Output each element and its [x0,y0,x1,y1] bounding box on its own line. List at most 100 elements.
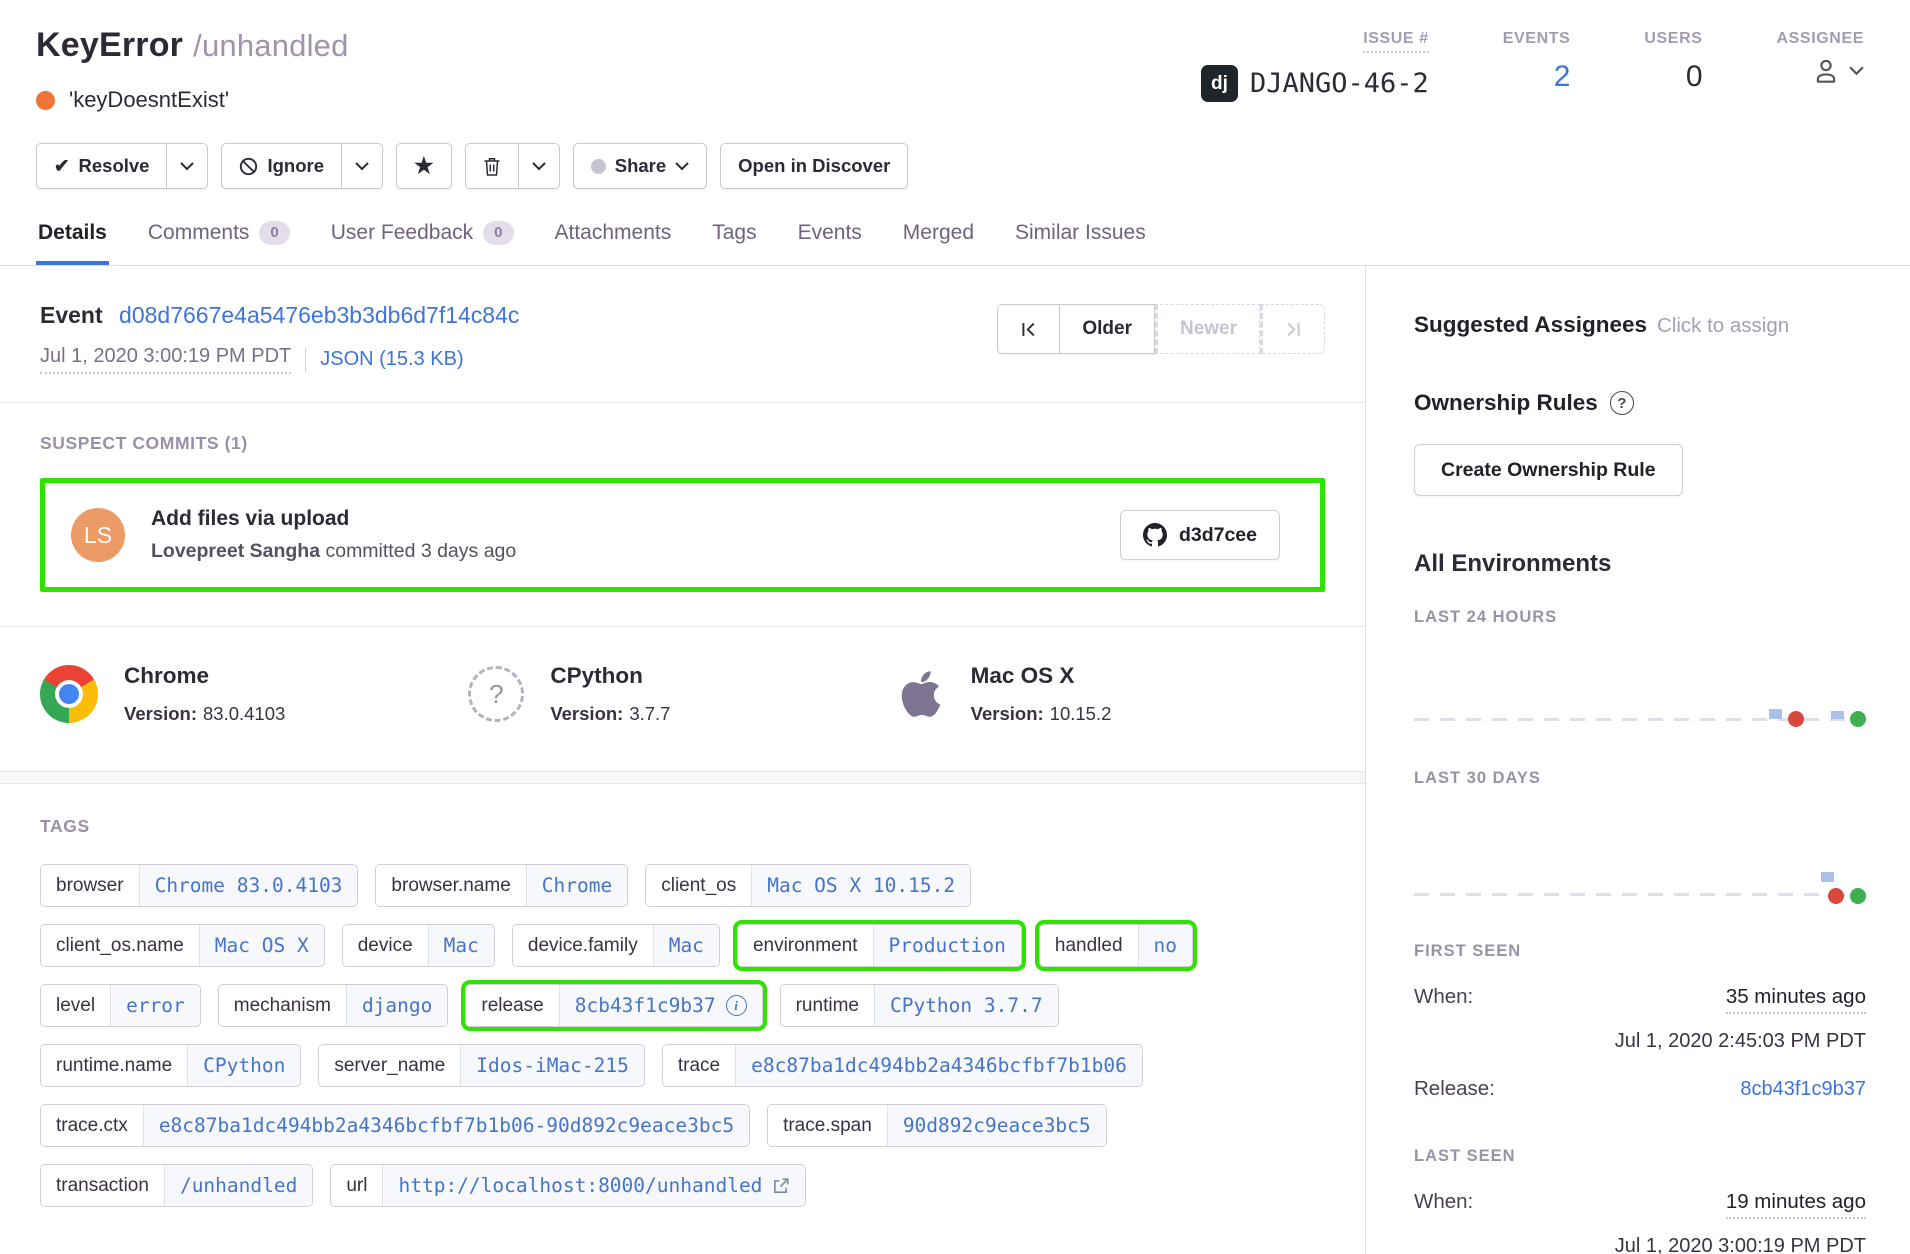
create-ownership-rule-button[interactable]: Create Ownership Rule [1414,444,1683,496]
tag-key: url [331,1165,382,1206]
ownership-rules-block: Ownership Rules ? [1414,390,1866,416]
tag-value: CPython 3.7.7 [874,985,1058,1026]
newest-event-button[interactable] [1260,304,1325,354]
info-icon[interactable]: i [726,995,747,1016]
tag-mechanism[interactable]: mechanismdjango [218,984,449,1027]
issue-sidebar: Suggested AssigneesClick to assign Owner… [1366,266,1910,1254]
tag-release[interactable]: release8cb43f1c9b37i [465,984,762,1027]
event-id-link[interactable]: d08d7667e4a5476eb3b3db6d7f14c84c [119,302,519,328]
tag-key: server_name [319,1045,460,1086]
delete-dropdown-button[interactable] [519,143,560,189]
issue-number-label: ISSUE # [1363,30,1429,53]
commit-title: Add files via upload [151,507,1094,531]
tag-server-name[interactable]: server_nameIdos-iMac-215 [318,1044,645,1087]
resolve-dropdown-button[interactable] [167,143,208,189]
stat-assignee: ASSIGNEE [1777,30,1865,113]
tag-key: trace [663,1045,735,1086]
oldest-event-button[interactable] [997,304,1060,354]
tab-user-feedback-label: User Feedback [331,221,473,245]
tab-tags[interactable]: Tags [710,221,758,265]
tab-similar-issues[interactable]: Similar Issues [1013,221,1148,265]
sparkline-bar [1831,711,1844,719]
tag-key: release [466,985,558,1026]
ownership-rules-title: Ownership Rules [1414,390,1598,416]
tag-value: e8c87ba1dc494bb2a4346bcfbf7b1b06-90d892c… [143,1105,749,1146]
first-seen-heading: FIRST SEEN [1414,942,1866,961]
tab-details[interactable]: Details [36,221,109,265]
release-label: Release: [1414,1077,1495,1101]
commit-sha-label: d3d7cee [1179,524,1257,547]
comments-count-badge: 0 [259,221,289,245]
tag-value: Chrome [526,865,627,906]
tag-runtime[interactable]: runtimeCPython 3.7.7 [780,984,1059,1027]
older-event-button[interactable]: Older [1060,304,1155,354]
tag-trace-span[interactable]: trace.span90d892c9eace3bc5 [767,1104,1107,1147]
commit-sha-button[interactable]: d3d7cee [1120,510,1280,560]
tag-device[interactable]: deviceMac [342,924,495,967]
tag-browser[interactable]: browserChrome 83.0.4103 [40,864,358,907]
tab-attachments[interactable]: Attachments [553,221,674,265]
tag-value: Chrome 83.0.4103 [139,865,358,906]
assignee-dropdown[interactable] [1777,56,1865,86]
stat-issue-number: ISSUE # dj DJANGO-46-2 [1201,30,1429,113]
open-in-discover-button[interactable]: Open in Discover [720,143,908,189]
tag-client-os[interactable]: client_osMac OS X 10.15.2 [645,864,971,907]
os-name: Mac OS X [971,663,1112,689]
delete-button[interactable] [465,143,519,189]
issue-short-id[interactable]: DJANGO-46-2 [1250,68,1429,99]
tab-events[interactable]: Events [796,221,864,265]
last-30-days-label: LAST 30 DAYS [1414,769,1866,788]
tag-environment[interactable]: environmentProduction [737,924,1022,967]
tags-section: TAGS browserChrome 83.0.4103 browser.nam… [0,784,1365,1207]
tag-url[interactable]: url http://localhost:8000/unhandled [330,1164,806,1207]
tag-key: browser [41,865,139,906]
ignore-dropdown-button[interactable] [342,143,383,189]
newer-event-button[interactable]: Newer [1155,304,1260,354]
resolve-button[interactable]: ✔ Resolve [36,143,167,189]
event-timestamp: Jul 1, 2020 3:00:19 PM PDT [40,345,291,374]
section-divider-band [0,771,1365,784]
tag-key: device.family [513,925,653,966]
first-seen-release-link[interactable]: 8cb43f1c9b37 [1740,1078,1866,1101]
tab-merged[interactable]: Merged [901,221,976,265]
help-question-icon[interactable]: ? [1610,391,1634,415]
events-count-link[interactable]: 2 [1503,60,1571,94]
tag-trace[interactable]: tracee8c87ba1dc494bb2a4346bcfbf7b1b06 [662,1044,1143,1087]
tag-client-os-name[interactable]: client_os.nameMac OS X [40,924,325,967]
share-button[interactable]: Share [573,143,707,189]
suggested-assignees-block[interactable]: Suggested AssigneesClick to assign [1414,312,1866,338]
tag-browser-name[interactable]: browser.nameChrome [375,864,628,907]
last-seen-marker-icon [1850,711,1866,727]
runtime-version: 3.7.7 [629,703,670,724]
external-link-icon[interactable] [772,1177,790,1195]
issue-culprit: /unhandled [193,28,348,63]
version-label: Version: [550,703,623,724]
tag-value: http://localhost:8000/unhandled [398,1174,762,1197]
ignore-button[interactable]: Ignore [221,143,342,189]
issue-stats: ISSUE # dj DJANGO-46-2 EVENTS 2 USERS 0 … [1201,26,1864,113]
older-label: Older [1082,318,1132,340]
tag-handled[interactable]: handledno [1039,924,1193,967]
issue-header: KeyError/unhandled 'keyDoesntExist' ISSU… [0,0,1910,266]
raw-json-link[interactable]: JSON (15.3 KB) [320,348,463,371]
tag-value: Mac [653,925,719,966]
tab-user-feedback[interactable]: User Feedback0 [329,221,516,265]
first-seen-relative-time: 35 minutes ago [1726,985,1866,1014]
events-label: EVENTS [1503,30,1571,48]
tag-runtime-name[interactable]: runtime.nameCPython [40,1044,301,1087]
tab-comments[interactable]: Comments0 [146,221,292,265]
version-label: Version: [971,703,1044,724]
sparkline-bar [1821,872,1834,882]
context-os: Mac OS X Version:10.15.2 [897,663,1325,725]
tag-device-family[interactable]: device.familyMac [512,924,720,967]
mute-icon [239,157,258,176]
suspect-commits-section: SUSPECT COMMITS (1) LS Add files via upl… [0,403,1365,627]
tag-level[interactable]: levelerror [40,984,201,1027]
error-level-dot-icon [36,91,55,110]
bookmark-star-button[interactable]: ★ [396,143,452,189]
last-seen-date: Jul 1, 2020 3:00:19 PM PDT [1414,1235,1866,1254]
tag-transaction[interactable]: transaction/unhandled [40,1164,313,1207]
tag-value: Mac OS X [199,925,324,966]
tag-trace-ctx[interactable]: trace.ctxe8c87ba1dc494bb2a4346bcfbf7b1b0… [40,1104,750,1147]
tags-heading: TAGS [40,816,1325,837]
